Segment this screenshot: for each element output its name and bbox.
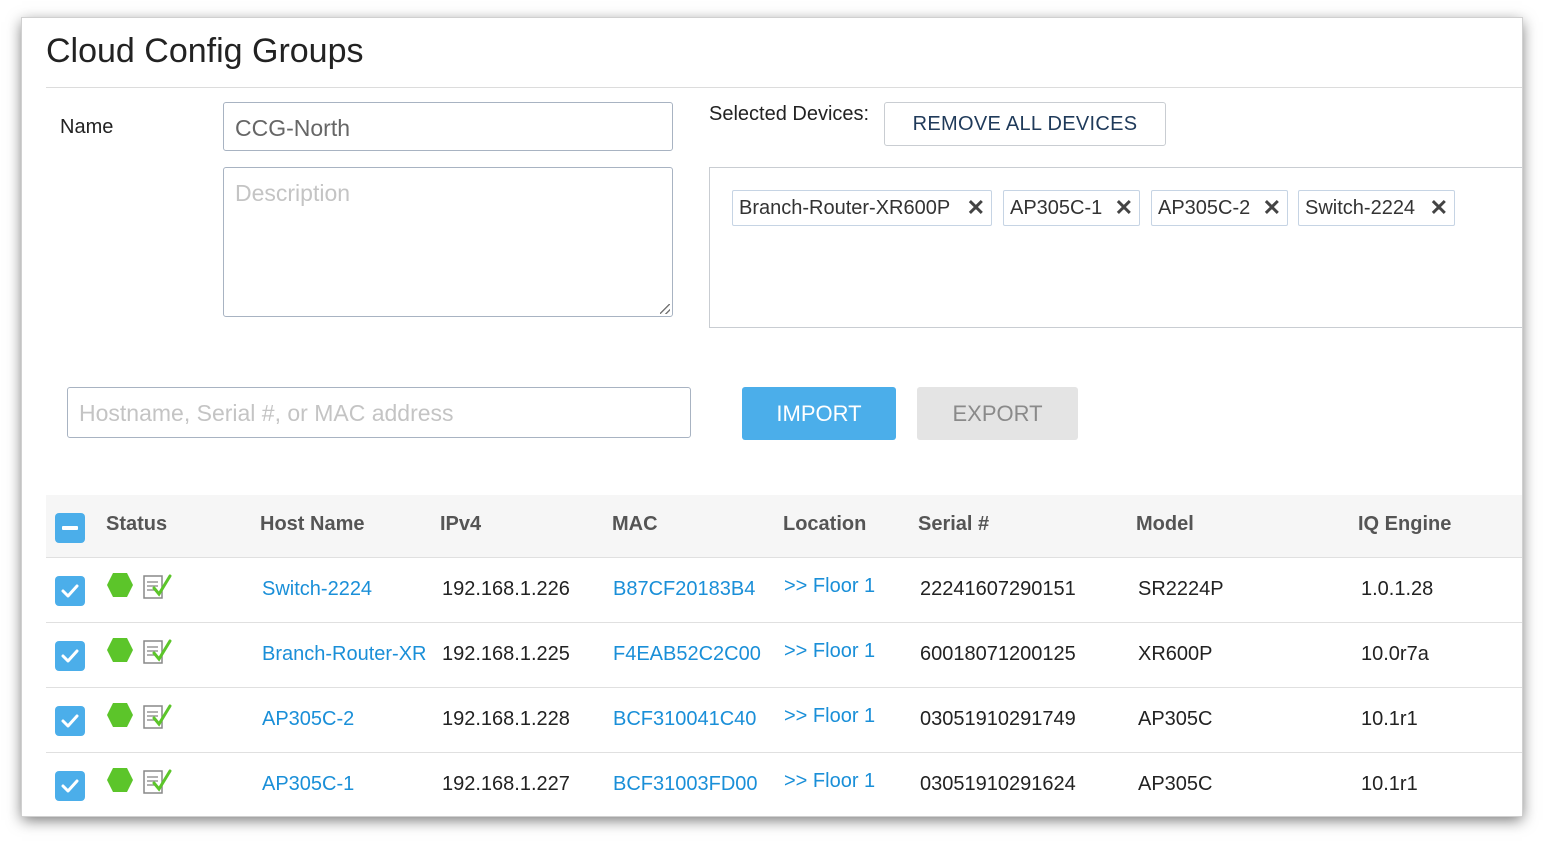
row-checkbox[interactable]: [55, 706, 85, 736]
header-status[interactable]: Status: [106, 513, 167, 536]
location-link[interactable]: >> Floor 1: [784, 705, 875, 728]
checkmark-icon: [61, 649, 79, 663]
header-iq-engine[interactable]: IQ Engine: [1358, 513, 1451, 536]
header-location[interactable]: Location: [783, 513, 866, 536]
serial-cell: 03051910291749: [920, 708, 1076, 730]
location-link[interactable]: >> Floor 1: [784, 575, 875, 598]
host-name-link[interactable]: Branch-Router-XR: [262, 643, 427, 666]
table-row[interactable]: AP305C-1 192.168.1.227 BCF31003FD00 >> F…: [46, 753, 1522, 816]
table-header: Status Host Name IPv4 MAC Location Seria…: [46, 495, 1522, 558]
model-cell: AP305C: [1138, 773, 1213, 795]
cloud-config-groups-panel: Cloud Config Groups Name CCG-North Descr…: [22, 18, 1522, 816]
header-model[interactable]: Model: [1136, 513, 1194, 536]
device-chip-label: Branch-Router-XR600P: [739, 197, 951, 219]
header-serial[interactable]: Serial #: [918, 513, 989, 536]
iq-engine-cell: 10.0r7a: [1361, 643, 1429, 665]
page-title: Cloud Config Groups: [46, 32, 364, 70]
row-checkbox[interactable]: [55, 771, 85, 801]
location-link[interactable]: >> Floor 1: [784, 640, 875, 663]
mac-link[interactable]: BCF31003FD00: [613, 773, 758, 796]
device-search-input[interactable]: Hostname, Serial #, or MAC address: [67, 387, 691, 438]
serial-cell: 22241607290151: [920, 578, 1076, 600]
model-cell: SR2224P: [1138, 578, 1224, 600]
name-input[interactable]: CCG-North: [223, 102, 673, 151]
table-row[interactable]: Switch-2224 192.168.1.226 B87CF20183B4 >…: [46, 558, 1522, 623]
name-label: Name: [60, 116, 114, 138]
model-cell: AP305C: [1138, 708, 1213, 730]
remove-all-devices-button[interactable]: REMOVE ALL DEVICES: [884, 102, 1166, 146]
host-name-link[interactable]: AP305C-1: [262, 773, 354, 796]
remove-chip-icon[interactable]: ✕: [1115, 191, 1133, 225]
selected-devices-label: Selected Devices:: [709, 103, 870, 125]
host-name-link[interactable]: AP305C-2: [262, 708, 354, 731]
table-row[interactable]: Branch-Router-XR 192.168.1.225 F4EAB52C2…: [46, 623, 1522, 688]
mac-link[interactable]: B87CF20183B4: [613, 578, 755, 601]
mac-link[interactable]: F4EAB52C2C00: [613, 643, 761, 666]
mac-link[interactable]: BCF310041C40: [613, 708, 756, 731]
config-audit-icon[interactable]: [142, 572, 172, 600]
row-checkbox[interactable]: [55, 576, 85, 606]
row-checkbox[interactable]: [55, 641, 85, 671]
selected-devices-box: Branch-Router-XR600P ✕ AP305C-1 ✕ AP305C…: [709, 167, 1522, 328]
checkmark-icon: [61, 714, 79, 728]
hexagon-status-icon: [107, 638, 133, 662]
device-chip-label: AP305C-1: [1010, 197, 1103, 219]
config-audit-icon[interactable]: [142, 702, 172, 730]
host-name-link[interactable]: Switch-2224: [262, 578, 372, 601]
minus-icon: [62, 526, 78, 530]
checkmark-icon: [61, 779, 79, 793]
checkmark-icon: [61, 584, 79, 598]
header-host-name[interactable]: Host Name: [260, 513, 364, 536]
device-chip: AP305C-1 ✕: [1003, 190, 1140, 226]
header-mac[interactable]: MAC: [612, 513, 658, 536]
device-chip-label: Switch-2224: [1305, 197, 1416, 219]
serial-cell: 60018071200125: [920, 643, 1076, 665]
select-all-checkbox[interactable]: [55, 513, 85, 543]
remove-chip-icon[interactable]: ✕: [1430, 191, 1448, 225]
device-chip: AP305C-2 ✕: [1151, 190, 1288, 226]
hexagon-status-icon: [107, 768, 133, 792]
hexagon-status-icon: [107, 703, 133, 727]
serial-cell: 03051910291624: [920, 773, 1076, 795]
remove-chip-icon[interactable]: ✕: [967, 191, 985, 225]
iq-engine-cell: 10.1r1: [1361, 773, 1418, 795]
ipv4-cell: 192.168.1.227: [442, 773, 570, 795]
remove-chip-icon[interactable]: ✕: [1263, 191, 1281, 225]
ipv4-cell: 192.168.1.228: [442, 708, 570, 730]
ipv4-cell: 192.168.1.225: [442, 643, 570, 665]
resize-grip-icon[interactable]: [660, 304, 670, 314]
description-input[interactable]: Description: [223, 167, 673, 317]
device-chip: Branch-Router-XR600P ✕: [732, 190, 992, 226]
header-ipv4[interactable]: IPv4: [440, 513, 481, 536]
iq-engine-cell: 10.1r1: [1361, 708, 1418, 730]
hexagon-status-icon: [107, 573, 133, 597]
device-chip-label: AP305C-2: [1158, 197, 1251, 219]
title-divider: [46, 87, 1522, 88]
location-link[interactable]: >> Floor 1: [784, 770, 875, 793]
devices-table: Status Host Name IPv4 MAC Location Seria…: [46, 495, 1522, 816]
device-chip: Switch-2224 ✕: [1298, 190, 1455, 226]
table-row[interactable]: AP305C-2 192.168.1.228 BCF310041C40 >> F…: [46, 688, 1522, 753]
config-audit-icon[interactable]: [142, 637, 172, 665]
export-button[interactable]: EXPORT: [917, 387, 1078, 440]
iq-engine-cell: 1.0.1.28: [1361, 578, 1434, 600]
import-button[interactable]: IMPORT: [742, 387, 896, 440]
ipv4-cell: 192.168.1.226: [442, 578, 570, 600]
config-audit-icon[interactable]: [142, 767, 172, 795]
model-cell: XR600P: [1138, 643, 1213, 665]
